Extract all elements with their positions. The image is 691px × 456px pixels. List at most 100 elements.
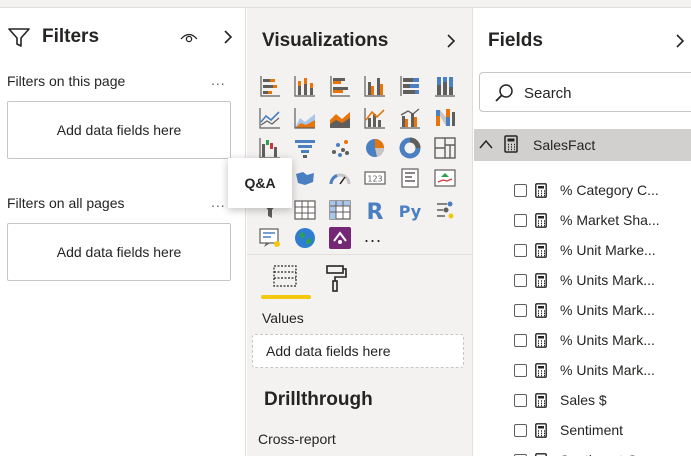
- table-calculator-icon: [504, 135, 518, 153]
- power-apps-icon[interactable]: [328, 226, 352, 250]
- fields-title: Fields: [488, 30, 543, 51]
- measure-calculator-icon: [535, 273, 547, 288]
- stacked-area-icon[interactable]: [328, 106, 352, 130]
- table-icon[interactable]: [293, 198, 317, 222]
- paint-roller-icon[interactable]: [325, 264, 347, 292]
- line-chart-icon[interactable]: [258, 106, 282, 130]
- chevron-right-icon[interactable]: [674, 33, 686, 49]
- line-clustered-icon[interactable]: [398, 106, 422, 130]
- field-name: % Market Sha...: [560, 212, 660, 228]
- qa-tooltip: Q&A: [228, 158, 292, 208]
- field-name: % Units Mark...: [560, 272, 655, 288]
- stacked-column-icon[interactable]: [293, 74, 317, 98]
- field-row[interactable]: % Category C...: [474, 177, 691, 207]
- stacked-bar-icon[interactable]: [258, 74, 282, 98]
- visualizations-title: Visualizations: [262, 30, 389, 51]
- clustered-column-icon[interactable]: [363, 74, 387, 98]
- divider: [247, 254, 472, 255]
- all-pages-filter-dropzone[interactable]: Add data fields here: [7, 223, 231, 281]
- scatter-icon[interactable]: [328, 136, 352, 160]
- funnel-chart-icon[interactable]: [293, 136, 317, 160]
- smart-narrative-icon[interactable]: [258, 226, 282, 250]
- field-checkbox[interactable]: [514, 364, 527, 377]
- svg-text:R: R: [367, 200, 384, 222]
- measure-calculator-icon: [535, 333, 547, 348]
- field-checkbox[interactable]: [514, 274, 527, 287]
- card-icon[interactable]: 123: [363, 166, 387, 190]
- fields-pane: Fields SalesFact % Category C... % Market…: [474, 8, 691, 456]
- field-name: % Units Mark...: [560, 362, 655, 378]
- values-label: Values: [262, 310, 304, 326]
- field-name: Sales $: [560, 392, 607, 408]
- more-options-icon[interactable]: ...: [211, 72, 226, 88]
- field-name: Sentiment: [560, 422, 624, 438]
- waterfall-icon[interactable]: [258, 136, 282, 160]
- filled-map-icon[interactable]: [293, 166, 317, 190]
- field-row[interactable]: % Units Mark...: [474, 267, 691, 297]
- table-name: SalesFact: [533, 137, 596, 153]
- search-input[interactable]: [524, 82, 691, 104]
- field-checkbox[interactable]: [514, 394, 527, 407]
- kpi-icon[interactable]: [433, 166, 457, 190]
- field-row[interactable]: % Units Mark...: [474, 297, 691, 327]
- field-checkbox[interactable]: [514, 304, 527, 317]
- chevron-right-icon[interactable]: [445, 33, 457, 49]
- field-row[interactable]: % Market Sha...: [474, 207, 691, 237]
- field-checkbox[interactable]: [514, 214, 527, 227]
- page-filter-dropzone[interactable]: Add data fields here: [7, 101, 231, 159]
- field-name: % Units Mark...: [560, 332, 655, 348]
- active-tab-indicator: [261, 295, 311, 299]
- field-checkbox[interactable]: [514, 334, 527, 347]
- field-name: Sentiment Gap: [560, 451, 670, 456]
- python-visual-icon[interactable]: Py: [398, 198, 422, 222]
- globe-icon[interactable]: [293, 226, 317, 250]
- fields-tab-icon[interactable]: [273, 264, 297, 290]
- more-visuals-icon[interactable]: ...: [364, 226, 382, 247]
- visualizations-pane: Visualizations 123 R Py ... Values Add d…: [247, 8, 473, 456]
- clustered-bar-icon[interactable]: [328, 74, 352, 98]
- values-dropzone[interactable]: Add data fields here: [252, 334, 464, 368]
- field-checkbox[interactable]: [514, 424, 527, 437]
- key-influencers-icon[interactable]: [433, 198, 457, 222]
- multirow-card-icon[interactable]: [398, 166, 422, 190]
- field-row[interactable]: % Units Mark...: [474, 357, 691, 387]
- filters-on-all-pages-label: Filters on all pages: [7, 195, 125, 211]
- measure-calculator-icon: [535, 423, 547, 438]
- more-options-icon[interactable]: ...: [211, 194, 226, 210]
- field-row[interactable]: Sentiment: [474, 417, 691, 447]
- search-icon: [495, 84, 513, 102]
- measure-calculator-icon: [535, 183, 547, 198]
- filters-header: Filters: [8, 24, 238, 52]
- gauge-icon[interactable]: [328, 166, 352, 190]
- chevron-right-icon[interactable]: [222, 29, 234, 45]
- filters-on-page-label: Filters on this page: [7, 73, 126, 89]
- line-column-icon[interactable]: [363, 106, 387, 130]
- eye-icon[interactable]: [180, 30, 198, 44]
- pie-chart-icon[interactable]: [363, 136, 387, 160]
- field-row[interactable]: Sales $: [474, 387, 691, 417]
- svg-text:123: 123: [367, 175, 382, 184]
- measure-calculator-icon: [535, 393, 547, 408]
- field-name: % Category C...: [560, 182, 659, 198]
- search-box: [479, 72, 691, 112]
- ribbon-chart-icon[interactable]: [433, 106, 457, 130]
- measure-calculator-icon: [535, 213, 547, 228]
- treemap-icon[interactable]: [433, 136, 457, 160]
- field-name: % Unit Marke...: [560, 242, 656, 258]
- field-row[interactable]: % Units Mark...: [474, 327, 691, 357]
- chevron-up-icon[interactable]: [478, 138, 494, 150]
- drillthrough-heading: Drillthrough: [264, 389, 373, 410]
- field-name: % Units Mark...: [560, 302, 655, 318]
- 100-column-icon[interactable]: [433, 74, 457, 98]
- field-row[interactable]: % Unit Marke...: [474, 237, 691, 267]
- table-node[interactable]: SalesFact: [474, 129, 691, 161]
- field-checkbox[interactable]: [514, 244, 527, 257]
- field-row[interactable]: Sentiment Gap: [474, 447, 691, 456]
- matrix-icon[interactable]: [328, 198, 352, 222]
- field-checkbox[interactable]: [514, 184, 527, 197]
- cross-report-label: Cross-report: [258, 431, 336, 447]
- area-chart-icon[interactable]: [293, 106, 317, 130]
- 100-bar-icon[interactable]: [398, 74, 422, 98]
- donut-icon[interactable]: [398, 136, 422, 160]
- r-visual-icon[interactable]: R: [363, 198, 387, 222]
